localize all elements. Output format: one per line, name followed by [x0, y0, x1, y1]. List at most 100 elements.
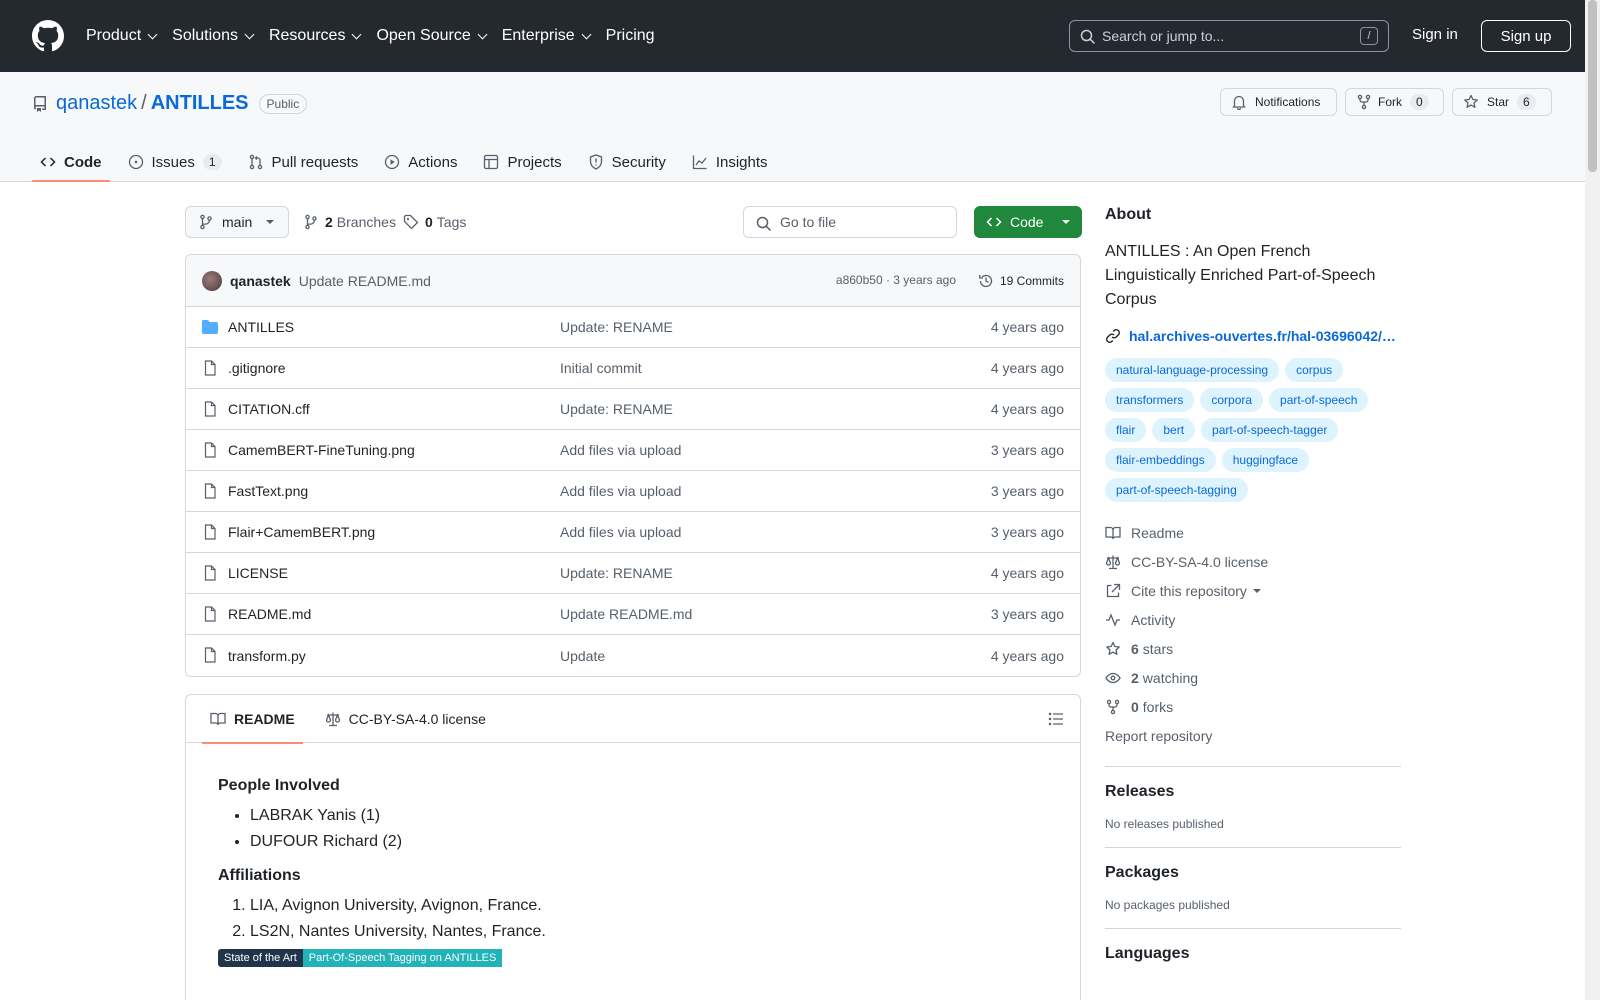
- tab-code[interactable]: Code: [32, 142, 110, 182]
- topic-tag[interactable]: transformers: [1105, 388, 1195, 412]
- topic-tag[interactable]: flair: [1105, 418, 1147, 442]
- notifications-button[interactable]: Notifications: [1220, 88, 1337, 116]
- avatar[interactable]: [202, 270, 222, 291]
- search-input[interactable]: Search or jump to... /: [1069, 20, 1389, 52]
- topic-tag[interactable]: part-of-speech-tagging: [1105, 478, 1248, 502]
- book-icon: [210, 712, 226, 725]
- tab-readme[interactable]: README: [202, 695, 303, 744]
- tab-license[interactable]: CC-BY-SA-4.0 license: [317, 695, 494, 743]
- list-item: LIA, Avignon University, Avignon, France…: [250, 897, 1048, 915]
- file-commit-message[interactable]: Update README.md: [560, 606, 692, 622]
- github-logo-icon[interactable]: [32, 20, 64, 52]
- nav-pricing[interactable]: Pricing: [606, 27, 655, 45]
- sign-up-button[interactable]: Sign up: [1481, 20, 1571, 52]
- nav-label: Product: [86, 27, 142, 44]
- license-link[interactable]: CC-BY-SA-4.0 license: [1105, 547, 1401, 576]
- cite-link[interactable]: Cite this repository: [1105, 576, 1401, 605]
- file-name[interactable]: .gitignore: [228, 360, 286, 376]
- file-commit-message[interactable]: Update: RENAME: [560, 401, 673, 417]
- nav-product[interactable]: Product: [86, 27, 158, 45]
- file-name[interactable]: CITATION.cff: [228, 401, 310, 417]
- star-button[interactable]: Star 6: [1452, 88, 1552, 116]
- commit-message[interactable]: Update README.md: [299, 273, 431, 289]
- commits-link[interactable]: 19 Commits: [978, 273, 1064, 289]
- table-row[interactable]: CITATION.cff Update: RENAME 4 years ago: [186, 389, 1080, 430]
- file-commit-message[interactable]: Update: RENAME: [560, 319, 673, 335]
- file-commit-message[interactable]: Add files via upload: [560, 524, 681, 540]
- fork-icon: [1106, 699, 1120, 714]
- topic-tag[interactable]: bert: [1152, 418, 1196, 442]
- go-to-file-input[interactable]: Go to file: [743, 206, 957, 238]
- nav-resources[interactable]: Resources: [269, 27, 362, 45]
- tab-pull-requests[interactable]: Pull requests: [240, 142, 367, 182]
- releases-heading[interactable]: Releases: [1105, 783, 1401, 801]
- list-outline-icon[interactable]: [1048, 711, 1064, 727]
- branch-selector[interactable]: main: [185, 206, 289, 238]
- topic-tag[interactable]: flair-embeddings: [1105, 448, 1216, 472]
- file-commit-message[interactable]: Add files via upload: [560, 442, 681, 458]
- commit-author[interactable]: qanastek: [230, 273, 291, 289]
- topic-tag[interactable]: corpus: [1285, 358, 1344, 382]
- watching-label: watching: [1142, 669, 1199, 686]
- stars-link[interactable]: 6 stars: [1105, 634, 1401, 663]
- tags-link[interactable]: 0 Tags: [403, 214, 466, 230]
- table-row[interactable]: ANTILLES Update: RENAME 4 years ago: [186, 307, 1080, 348]
- scrollbar-thumb[interactable]: [1588, 0, 1597, 172]
- repo-owner-link[interactable]: qanastek: [56, 92, 137, 115]
- tab-label: Security: [611, 153, 666, 171]
- topic-tag[interactable]: corpora: [1200, 388, 1264, 412]
- file-name[interactable]: ANTILLES: [228, 319, 294, 335]
- forks-link[interactable]: 0 forks: [1105, 692, 1401, 721]
- list-item: LS2N, Nantes University, Nantes, France.: [250, 923, 1048, 941]
- report-link[interactable]: Report repository: [1105, 721, 1401, 750]
- packages-heading[interactable]: Packages: [1105, 864, 1401, 882]
- file-commit-message[interactable]: Update: [560, 648, 605, 664]
- file-name[interactable]: FastText.png: [228, 483, 308, 499]
- activity-link[interactable]: Activity: [1105, 605, 1401, 634]
- file-name[interactable]: transform.py: [228, 648, 306, 664]
- topic-tag[interactable]: part-of-speech: [1269, 388, 1369, 412]
- file-name[interactable]: README.md: [228, 606, 311, 622]
- stars-label: stars: [1142, 640, 1174, 657]
- table-row[interactable]: Flair+CamemBERT.png Add files via upload 3…: [186, 512, 1080, 553]
- scrollbar[interactable]: [1585, 0, 1600, 1000]
- table-row[interactable]: transform.py Update 4 years ago: [186, 635, 1080, 676]
- file-name[interactable]: LICENSE: [228, 565, 288, 581]
- topic-tag[interactable]: part-of-speech-tagger: [1201, 418, 1339, 442]
- table-row[interactable]: README.md Update README.md 3 years ago: [186, 594, 1080, 635]
- search-placeholder: Search or jump to...: [1102, 28, 1225, 44]
- commit-hash-time[interactable]: a860b50 · 3 years ago: [836, 273, 956, 287]
- table-icon: [484, 154, 499, 170]
- repo-name-link[interactable]: ANTILLES: [151, 92, 249, 115]
- file-name[interactable]: Flair+CamemBERT.png: [228, 524, 375, 540]
- sign-in-link[interactable]: Sign in: [1412, 26, 1458, 43]
- fork-button[interactable]: Fork 0: [1345, 88, 1444, 116]
- nav-enterprise[interactable]: Enterprise: [502, 27, 592, 45]
- topic-tag[interactable]: natural-language-processing: [1105, 358, 1280, 382]
- tab-actions[interactable]: Actions: [376, 142, 465, 182]
- tab-issues[interactable]: Issues 1: [120, 142, 230, 182]
- file-commit-message[interactable]: Initial commit: [560, 360, 642, 376]
- topic-tag[interactable]: huggingface: [1221, 448, 1310, 472]
- table-row[interactable]: CamemBERT-FineTuning.png Add files via up…: [186, 430, 1080, 471]
- tab-projects[interactable]: Projects: [475, 142, 569, 182]
- readme-link[interactable]: Readme: [1105, 518, 1401, 547]
- nav-solutions[interactable]: Solutions: [172, 27, 255, 45]
- tab-label: Insights: [715, 153, 768, 171]
- sota-badge[interactable]: State of the Art Part-Of-Speech Tagging …: [218, 949, 550, 967]
- tab-insights[interactable]: Insights: [684, 142, 776, 182]
- badge-right: Part-Of-Speech Tagging on ANTILLES: [302, 949, 503, 967]
- branches-link[interactable]: 2 Branches: [303, 214, 396, 230]
- table-row[interactable]: LICENSE Update: RENAME 4 years ago: [186, 553, 1080, 594]
- file-name[interactable]: CamemBERT-FineTuning.png: [228, 442, 415, 458]
- file-commit-message[interactable]: Update: RENAME: [560, 565, 673, 581]
- code-dropdown-button[interactable]: Code: [974, 206, 1082, 238]
- table-row[interactable]: FastText.png Add files via upload 3 years …: [186, 471, 1080, 512]
- file-commit-message[interactable]: Add files via upload: [560, 483, 681, 499]
- watching-link[interactable]: 2 watching: [1105, 663, 1401, 692]
- search-icon: [756, 216, 772, 232]
- homepage-link[interactable]: hal.archives-ouvertes.fr/hal-03696042/…: [1105, 328, 1401, 344]
- tab-security[interactable]: Security: [580, 142, 674, 182]
- nav-open-source[interactable]: Open Source: [376, 27, 488, 45]
- table-row[interactable]: .gitignore Initial commit 4 years ago: [186, 348, 1080, 389]
